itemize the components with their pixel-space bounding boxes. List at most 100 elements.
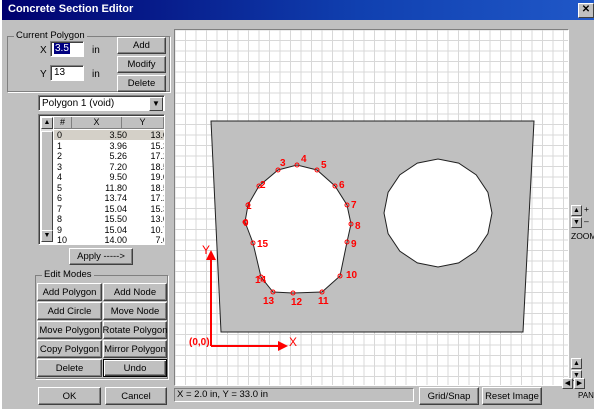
table-row[interactable]: 10 14.00 7.00 (54, 235, 164, 245)
x-axis-label: X (289, 335, 297, 349)
rotate-polygon-button[interactable]: Rotate Polygon (103, 321, 167, 339)
add-node-button[interactable]: Add Node (103, 283, 167, 301)
section-drawing[interactable]: 0123 456789101112131415YX(0,0) (175, 30, 568, 385)
cell-index: 6 (57, 193, 63, 203)
node-label: 7 (351, 200, 357, 211)
y-label: Y (40, 69, 47, 80)
scroll-thumb[interactable] (41, 131, 53, 231)
table-row[interactable]: 9 15.04 10.70 (54, 224, 164, 235)
cell-index: 2 (57, 151, 63, 161)
zoom-plus-label: + (584, 204, 589, 214)
node-label: 12 (291, 297, 303, 308)
cell-x: 15.04 (104, 203, 127, 214)
y-input-value: 13 (54, 67, 66, 78)
add-circle-button[interactable]: Add Circle (37, 302, 102, 320)
modify-button[interactable]: Modify (117, 56, 166, 73)
cell-x: 11.80 (105, 182, 127, 193)
y-axis-label: Y (202, 243, 210, 257)
table-row[interactable]: 1 3.96 15.30 (54, 140, 164, 151)
pan-left-button[interactable]: ◀ (562, 378, 573, 389)
node-label: 1 (246, 201, 252, 212)
cell-y: 17.24 (150, 193, 164, 203)
cell-y: 19.00 (150, 172, 164, 182)
cell-x: 15.04 (104, 224, 127, 235)
node-label: 15 (257, 239, 269, 250)
chevron-down-icon[interactable]: ▼ (149, 97, 163, 111)
cell-y: 10.70 (150, 224, 164, 235)
cell-index: 3 (57, 161, 63, 172)
cell-y: 18.54 (150, 161, 164, 172)
cell-y: 18.54 (150, 182, 164, 193)
table-row[interactable]: 8 15.50 13.00 (54, 214, 164, 224)
node-label: 13 (263, 296, 275, 307)
node-label: 5 (321, 160, 327, 171)
node-label: 9 (351, 239, 357, 250)
grid-snap-button[interactable]: Grid/Snap (419, 387, 479, 405)
cancel-button[interactable]: Cancel (105, 387, 167, 405)
add-button[interactable]: Add (117, 37, 166, 54)
title-bar: Concrete Section Editor ✕ (2, 0, 594, 20)
edit-modes-legend: Edit Modes (42, 269, 94, 280)
col-header-index[interactable]: # (54, 117, 72, 129)
copy-polygon-button[interactable]: Copy Polygon (37, 340, 102, 358)
cell-x: 14.00 (104, 235, 127, 245)
zoom-label: ZOOM (571, 231, 594, 241)
col-header-x[interactable]: X (72, 117, 122, 129)
editor-window: Concrete Section Editor ✕ Current Polygo… (0, 0, 594, 409)
table-row[interactable]: 6 13.74 17.24 (54, 193, 164, 203)
zoom-minus-label: – (584, 216, 589, 226)
node-label: 4 (301, 154, 307, 165)
mirror-polygon-button[interactable]: Mirror Polygon (103, 340, 167, 358)
cell-y: 15.30 (150, 203, 164, 214)
cell-x: 3.96 (109, 140, 127, 151)
pan-right-button[interactable]: ▶ (574, 378, 585, 389)
y-input[interactable]: 13 (50, 65, 84, 81)
pan-label: PAN (578, 391, 594, 400)
section-canvas[interactable]: 0 1 2 3 4 5 6 7 8 9 10 11 12 13 14 15 Y X (0,0) (174, 29, 569, 386)
reset-image-button[interactable]: Reset Image (482, 387, 542, 405)
delete-node-button[interactable]: Delete (117, 75, 166, 92)
node-label: 3 (280, 158, 286, 169)
table-row[interactable]: 7 15.04 15.30 (54, 203, 164, 214)
x-input[interactable]: 3.5 (50, 41, 84, 57)
scroll-down-icon[interactable]: ▼ (41, 230, 53, 242)
cell-index: 8 (57, 214, 63, 224)
x-input-value: 3.5 (54, 43, 70, 54)
polygon-select-value: Polygon 1 (void) (42, 98, 115, 109)
node-label: 2 (260, 180, 266, 191)
origin-label: (0,0) (189, 337, 210, 348)
add-polygon-button[interactable]: Add Polygon (37, 283, 102, 301)
delete-polygon-button[interactable]: Delete (37, 359, 102, 377)
node-label: 11 (318, 296, 329, 307)
cell-y: 13.00 (150, 130, 164, 140)
ok-button[interactable]: OK (38, 387, 101, 405)
node-label: 14 (255, 275, 267, 286)
undo-button[interactable]: Undo (103, 359, 167, 377)
apply-button[interactable]: Apply -----> (69, 248, 133, 265)
zoom-in-button[interactable]: ▲ (571, 205, 582, 216)
zoom-out-button[interactable]: ▼ (571, 217, 582, 228)
cell-y: 15.30 (150, 140, 164, 151)
node-label: 6 (339, 180, 345, 191)
scroll-up-icon[interactable]: ▲ (41, 117, 53, 129)
table-row[interactable]: 0 3.50 13.00 (54, 130, 164, 140)
current-polygon-legend: Current Polygon (14, 30, 87, 41)
node-list-scrollbar[interactable]: ▲ ▼ (41, 117, 53, 242)
table-row[interactable]: 4 9.50 19.00 (54, 172, 164, 182)
pan-up-button[interactable]: ▲ (571, 358, 582, 369)
col-header-y[interactable]: Y (122, 117, 164, 129)
move-polygon-button[interactable]: Move Polygon (37, 321, 102, 339)
cell-index: 10 (57, 235, 68, 245)
table-row[interactable]: 2 5.26 17.24 (54, 151, 164, 161)
close-button[interactable]: ✕ (578, 3, 594, 18)
table-row[interactable]: 3 7.20 18.54 (54, 161, 164, 172)
cell-y: 17.24 (150, 151, 164, 161)
node-list[interactable]: ▲ ▼ # X Y 0 3.50 13.00 1 3.96 15.30 2 5.26 17.24… (38, 114, 165, 245)
cell-index: 4 (57, 172, 63, 182)
move-node-button[interactable]: Move Node (103, 302, 167, 320)
table-row[interactable]: 5 11.80 18.54 (54, 182, 164, 193)
polygon-select[interactable]: Polygon 1 (void) ▼ (38, 95, 165, 111)
node-label: 0 (243, 218, 249, 229)
cell-x: 5.26 (109, 151, 127, 161)
cell-index: 0 (57, 130, 63, 140)
